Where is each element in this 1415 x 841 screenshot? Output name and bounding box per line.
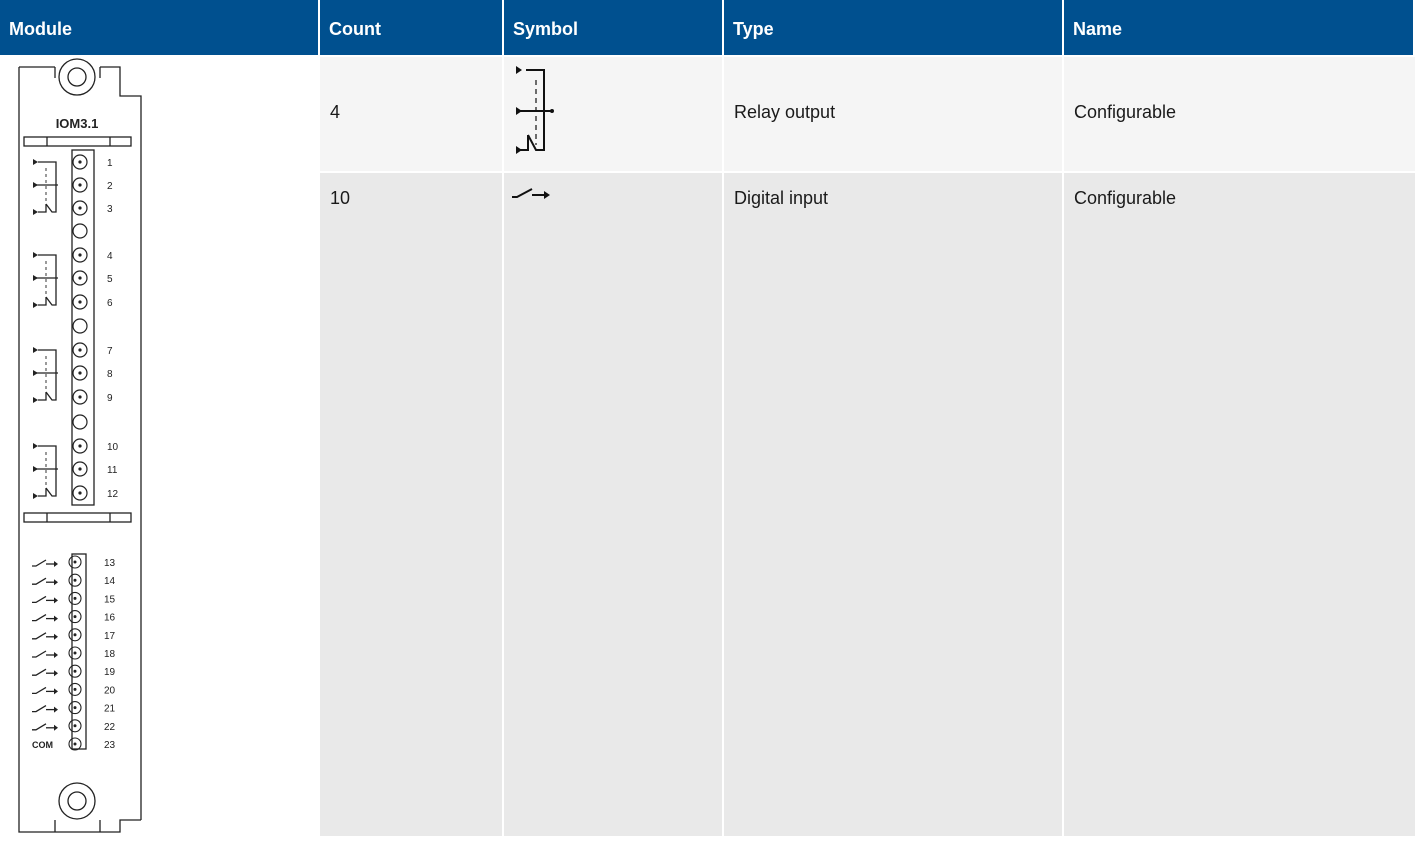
row2-symbol-cell <box>504 171 724 836</box>
digital-input-symbol-icon <box>32 614 58 622</box>
relay-symbol-icon <box>33 252 58 308</box>
relay-terminal-dot <box>78 395 82 399</box>
relay-terminal-number: 3 <box>107 204 113 215</box>
digital-input-symbol-icon <box>32 723 58 731</box>
relay-terminal-dot <box>78 253 82 257</box>
row1-type: Relay output <box>724 55 1064 171</box>
input-terminal-number: 18 <box>104 649 116 660</box>
input-terminal-dot <box>73 706 77 710</box>
input-terminal-dot <box>73 687 77 691</box>
relay-terminal-number: 8 <box>107 369 113 380</box>
input-terminal-number: 21 <box>104 704 116 715</box>
input-terminal-number: 19 <box>104 667 116 678</box>
relay-symbol-icon <box>33 347 58 403</box>
relay-terminal-dot <box>78 206 82 210</box>
empty-terminal <box>72 318 88 334</box>
screw-bottom-inner <box>67 791 87 811</box>
relay-symbol-icon <box>33 159 58 215</box>
relay-terminal-number: 6 <box>107 298 113 309</box>
header-module: Module <box>0 0 320 55</box>
input-terminal-dot <box>73 651 77 655</box>
input-terminal-dot <box>73 596 77 600</box>
relay-terminal-dot <box>78 160 82 164</box>
module-drawing-cell: IOM3.1 1 2 3 4 5 6 7 8 9 10 11 12 13 14 15 16 17 18 19 20 2… <box>0 55 320 836</box>
digital-input-symbol-icon <box>32 686 58 695</box>
input-terminal-dot <box>73 669 77 673</box>
digital-input-symbol-icon <box>32 559 58 567</box>
digital-input-symbol-icon <box>32 668 58 677</box>
com-label: COM <box>32 740 53 750</box>
relay-terminal-number: 9 <box>107 393 113 404</box>
row1-name: Configurable <box>1064 55 1415 171</box>
relay-symbol-icon <box>33 443 58 499</box>
relay-terminal-dot <box>78 371 82 375</box>
input-terminal-dot <box>73 724 77 728</box>
row2-count: 10 <box>320 171 504 836</box>
header-count: Count <box>320 0 504 55</box>
relay-terminal-number: 5 <box>107 274 113 285</box>
relay-terminal-number: 12 <box>107 489 119 500</box>
row2-name: Configurable <box>1064 171 1415 836</box>
screw-top-outer <box>58 58 96 96</box>
relay-terminal-dot <box>78 444 82 448</box>
digital-input-symbol-icon <box>32 577 58 586</box>
digital-input-symbol-icon <box>32 632 58 640</box>
relay-terminal-number: 7 <box>107 346 113 357</box>
screw-top-inner <box>67 67 87 87</box>
input-terminal-dot <box>73 578 77 582</box>
row1-count: 4 <box>320 55 504 171</box>
input-terminal-number: 14 <box>104 576 116 587</box>
digital-input-symbol-icon <box>32 705 58 713</box>
io-module-table: Module Count Symbol Type Name IOM3.1 1 2… <box>0 0 1415 836</box>
input-terminal-dot <box>73 560 77 564</box>
digital-input-symbol-icon <box>512 188 550 199</box>
module-drawing: IOM3.1 123456789101112 13141516171819202… <box>18 58 142 833</box>
digital-input-symbol-icon <box>32 595 58 604</box>
header-name: Name <box>1064 0 1415 55</box>
relay-terminal-dot <box>78 276 82 280</box>
header-type: Type <box>724 0 1064 55</box>
input-terminal-number: 16 <box>104 613 116 624</box>
row1-symbol-cell <box>504 55 724 171</box>
input-terminal-dot <box>73 615 77 619</box>
input-terminal-number: 17 <box>104 631 116 642</box>
relay-terminal-number: 1 <box>107 158 113 169</box>
relay-terminal-dot <box>78 491 82 495</box>
relay-terminal-number: 2 <box>107 181 113 192</box>
relay-terminal-dot <box>78 348 82 352</box>
header-symbol: Symbol <box>504 0 724 55</box>
relay-terminal-number: 10 <box>107 442 119 453</box>
row2-type: Digital input <box>724 171 1064 836</box>
relay-output-symbol-icon <box>516 66 554 154</box>
screw-bottom-outer <box>58 782 96 820</box>
relay-terminal-dot <box>78 467 82 471</box>
input-terminal-number: 23 <box>104 740 116 751</box>
empty-terminal <box>72 223 88 239</box>
input-terminal-dot <box>73 633 77 637</box>
input-terminal-number: 22 <box>104 722 116 733</box>
input-terminal-number: 20 <box>104 685 116 696</box>
input-terminal-number: 15 <box>104 594 116 605</box>
relay-terminal-number: 11 <box>107 465 118 476</box>
input-terminal-number: 13 <box>104 558 116 569</box>
relay-terminal-dot <box>78 300 82 304</box>
module-title: IOM3.1 <box>56 116 99 131</box>
relay-terminal-dot <box>78 183 82 187</box>
empty-terminal <box>72 414 88 430</box>
relay-terminal-number: 4 <box>107 251 113 262</box>
digital-input-symbol-icon <box>32 650 58 658</box>
input-terminal-dot <box>73 742 77 746</box>
